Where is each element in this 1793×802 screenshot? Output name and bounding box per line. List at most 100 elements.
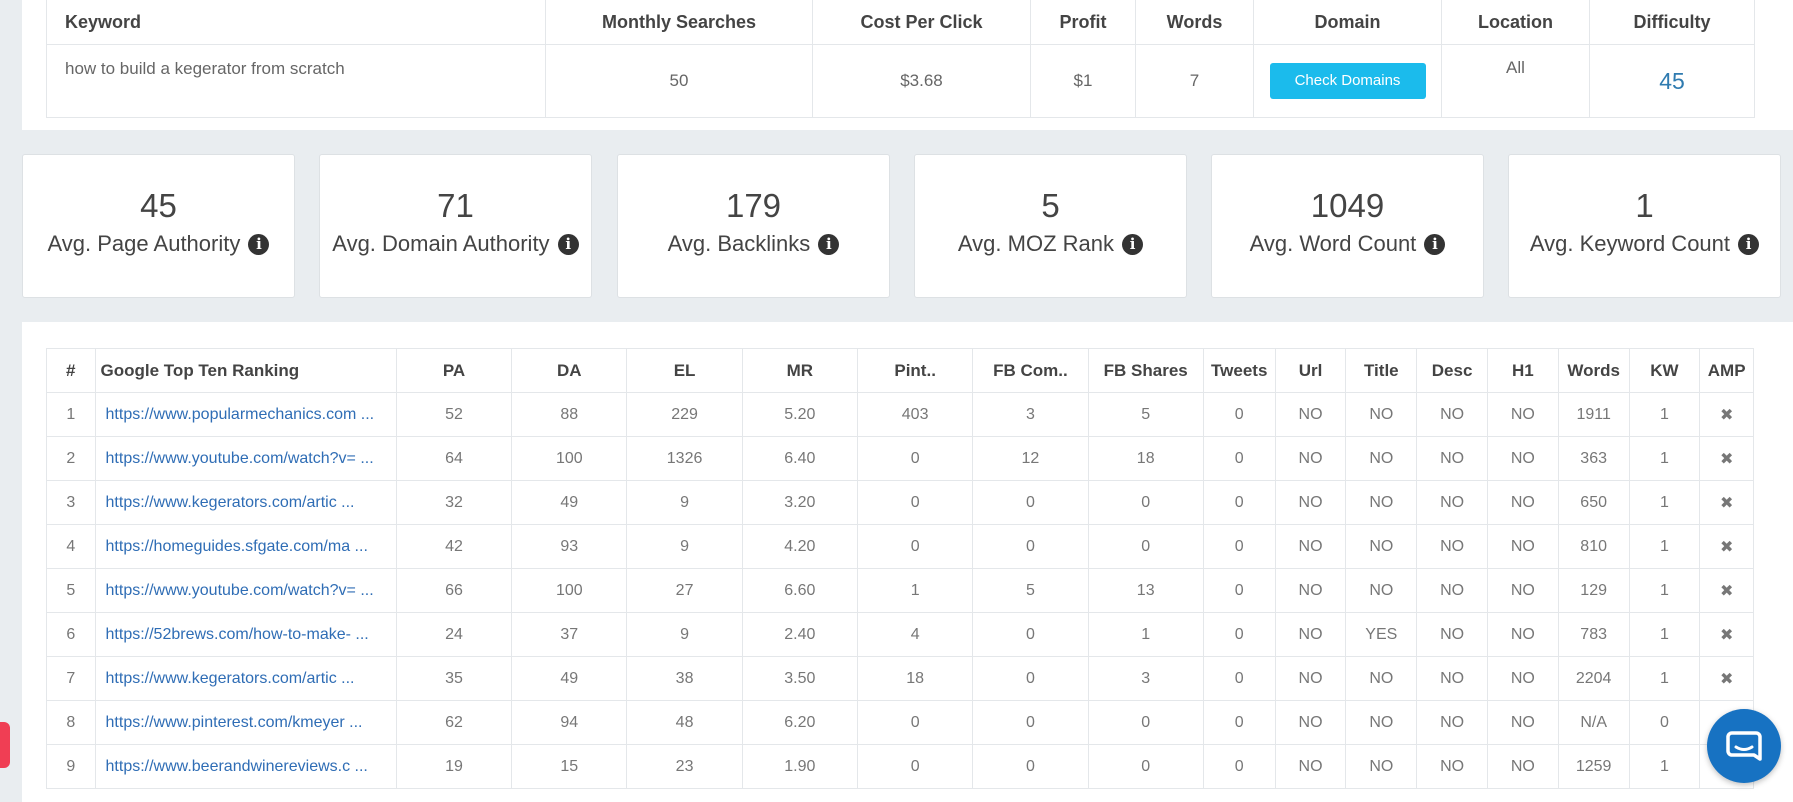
keyword-panel: Keyword Monthly Searches Cost Per Click …: [22, 0, 1793, 130]
cell-h1-match: NO: [1486, 700, 1559, 745]
check-domains-button[interactable]: Check Domains: [1269, 63, 1426, 99]
cell-url[interactable]: https://www.youtube.com/watch?v= ...: [94, 436, 397, 481]
stat-label: Avg. Word Count: [1249, 231, 1417, 256]
cell-fb-comments: 0: [972, 656, 1089, 701]
header-words: Words: [1135, 0, 1254, 45]
cell-words: 1911: [1557, 392, 1630, 437]
chat-launcher-button[interactable]: [1707, 709, 1781, 783]
header-location: Location: [1441, 0, 1590, 45]
header-words: Words: [1557, 348, 1630, 393]
cell-rank: 4: [46, 524, 96, 569]
table-row: 8 https://www.pinterest.com/kmeyer ... 62 9…: [46, 700, 1754, 745]
cell-url[interactable]: https://www.pinterest.com/kmeyer ...: [94, 700, 397, 745]
cell-da: 94: [511, 700, 628, 745]
cell-mr: 3.20: [741, 480, 859, 525]
cell-da: 49: [511, 656, 628, 701]
info-icon[interactable]: i: [557, 234, 579, 255]
header-da: DA: [511, 348, 628, 393]
info-icon[interactable]: i: [1738, 234, 1760, 255]
cell-h1-match: NO: [1486, 568, 1559, 613]
side-feedback-tab[interactable]: [0, 722, 10, 768]
info-icon[interactable]: i: [248, 234, 270, 255]
stat-label-row: Avg. MOZ Rank i: [915, 231, 1186, 257]
ranking-table: # Google Top Ten Ranking PA DA EL MR Pin…: [46, 348, 1754, 789]
cell-desc-match: NO: [1416, 744, 1488, 789]
header-title: Title: [1345, 348, 1418, 393]
stat-card-word-count: 1049 Avg. Word Count i: [1211, 154, 1484, 298]
cell-kw: 1: [1628, 436, 1701, 481]
close-icon: ✖: [1699, 392, 1754, 437]
keyword-table: Keyword Monthly Searches Cost Per Click …: [46, 0, 1755, 118]
cell-el: 9: [626, 524, 743, 569]
cell-da: 49: [511, 480, 628, 525]
cell-url-match: NO: [1274, 656, 1347, 701]
header-pinterest: Pint..: [856, 348, 974, 393]
cell-tweets: 0: [1202, 480, 1276, 525]
close-icon: ✖: [1699, 612, 1754, 657]
keyword-row: how to build a kegerator from scratch 50…: [46, 44, 1755, 118]
cell-desc-match: NO: [1416, 392, 1488, 437]
cell-fb-comments: 0: [972, 524, 1089, 569]
stat-value: 71: [437, 187, 474, 224]
cell-url[interactable]: https://www.kegerators.com/artic ...: [94, 656, 397, 701]
cell-pinterest: 403: [856, 392, 974, 437]
stat-value: 1: [1635, 187, 1654, 224]
cell-rank: 8: [46, 700, 96, 745]
cell-title-match: NO: [1345, 744, 1418, 789]
cell-pa: 35: [395, 656, 513, 701]
cell-da: 15: [511, 744, 628, 789]
header-mr: MR: [741, 348, 859, 393]
cell-tweets: 0: [1202, 524, 1276, 569]
stat-label-row: Avg. Domain Authority i: [320, 231, 591, 257]
cell-fb-comments: 0: [972, 744, 1089, 789]
header-keyword: Keyword: [46, 0, 546, 45]
stat-label-row: Avg. Page Authority i: [23, 231, 294, 257]
cell-kw: 1: [1628, 744, 1701, 789]
cell-url[interactable]: https://www.beerandwinereviews.c ...: [94, 744, 397, 789]
info-icon[interactable]: i: [1122, 234, 1144, 255]
cell-title-match: NO: [1345, 392, 1418, 437]
cell-desc-match: NO: [1416, 656, 1488, 701]
table-row: 5 https://www.youtube.com/watch?v= ... 66 1…: [46, 568, 1754, 613]
header-fb-comments: FB Com..: [972, 348, 1089, 393]
close-icon: ✖: [1699, 436, 1754, 481]
cell-mr: 5.20: [741, 392, 859, 437]
cell-mr: 4.20: [741, 524, 859, 569]
stat-card-page-authority: 45 Avg. Page Authority i: [22, 154, 295, 298]
domain-cell: Check Domains: [1253, 44, 1442, 118]
stat-value: 5: [1041, 187, 1060, 224]
cell-url[interactable]: https://www.kegerators.com/artic ...: [94, 480, 397, 525]
header-kw: KW: [1628, 348, 1701, 393]
cell-kw: 0: [1628, 700, 1701, 745]
cell-url[interactable]: https://www.youtube.com/watch?v= ...: [94, 568, 397, 613]
table-row: 3 https://www.kegerators.com/artic ... 32 4…: [46, 480, 1754, 525]
cell-tweets: 0: [1202, 744, 1276, 789]
cell-kw: 1: [1628, 568, 1701, 613]
cell-words: 2204: [1557, 656, 1630, 701]
cell-url-match: NO: [1274, 436, 1347, 481]
cell-pa: 32: [395, 480, 513, 525]
cell-url[interactable]: https://homeguides.sfgate.com/ma ...: [94, 524, 397, 569]
cell-mr: 6.60: [741, 568, 859, 613]
cell-da: 100: [511, 436, 628, 481]
cell-fb-comments: 5: [972, 568, 1089, 613]
profit-cell: $1: [1030, 44, 1136, 118]
info-icon[interactable]: i: [1424, 234, 1446, 255]
header-difficulty: Difficulty: [1589, 0, 1755, 45]
cell-url[interactable]: https://52brews.com/how-to-make- ...: [94, 612, 397, 657]
cell-words: 783: [1557, 612, 1630, 657]
cell-fb-comments: 12: [972, 436, 1089, 481]
cell-title-match: NO: [1345, 480, 1418, 525]
header-fb-shares: FB Shares: [1087, 348, 1204, 393]
cell-da: 100: [511, 568, 628, 613]
cost-per-click-cell: $3.68: [812, 44, 1031, 118]
cell-tweets: 0: [1202, 700, 1276, 745]
cell-title-match: NO: [1345, 568, 1418, 613]
cell-el: 38: [626, 656, 743, 701]
header-amp: AMP: [1699, 348, 1754, 393]
stat-value: 45: [140, 187, 177, 224]
cell-kw: 1: [1628, 480, 1701, 525]
cell-da: 93: [511, 524, 628, 569]
info-icon[interactable]: i: [818, 234, 840, 255]
cell-url[interactable]: https://www.popularmechanics.com ...: [94, 392, 397, 437]
